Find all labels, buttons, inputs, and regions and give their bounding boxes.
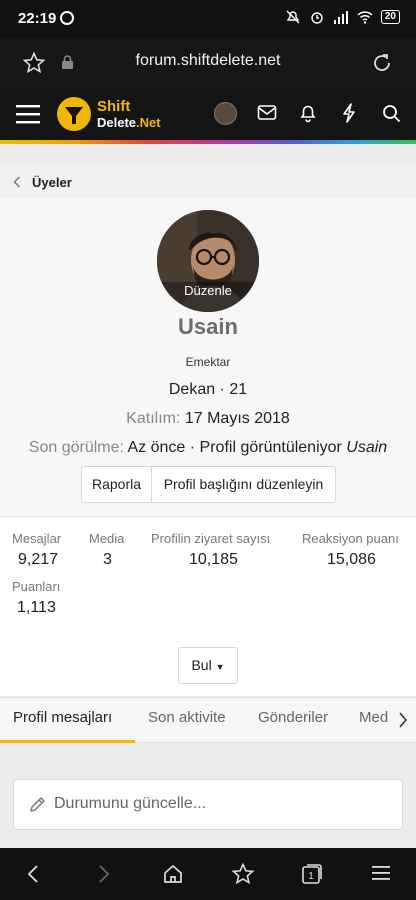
signal-icon [333, 11, 348, 24]
address-bar-url[interactable]: forum.shiftdelete.net [0, 52, 416, 70]
lightning-icon[interactable] [342, 103, 356, 123]
logo-text-top: Shift [97, 98, 131, 115]
edit-profile-header-button[interactable]: Profil başlığını düzenleyin [151, 466, 336, 503]
status-update-input[interactable]: Durumunu güncelle... [13, 779, 403, 830]
caret-down-icon: ▼ [215, 662, 225, 672]
logo-net-suffix: .Net [136, 115, 161, 130]
browser-toolbar: forum.shiftdelete.net [0, 38, 416, 88]
user-avatar-small[interactable] [214, 102, 237, 125]
alarm-icon [311, 12, 323, 24]
stat-value-messages[interactable]: 9,217 [18, 551, 58, 569]
last-seen-label: Son görülme: [28, 439, 124, 456]
tab-media-clip: Medya [358, 698, 388, 742]
bell-icon[interactable] [299, 103, 317, 123]
bookmarks-star-icon[interactable] [231, 862, 255, 886]
tab-profile-posts[interactable]: Profil mesajları [13, 709, 112, 726]
stat-label-messages: Mesajlar [12, 531, 62, 546]
browser-bottom-nav: 1 [0, 848, 416, 900]
tabs-scroll-right[interactable] [388, 698, 416, 742]
last-seen-user[interactable]: Usain [346, 439, 387, 456]
status-icons: 20 [285, 9, 400, 25]
logo-delete-word: Delete [97, 115, 137, 130]
tab-media[interactable]: Medya [359, 709, 388, 726]
report-button[interactable]: Raporla [81, 466, 152, 503]
search-icon[interactable] [382, 104, 401, 123]
back-icon[interactable] [26, 864, 40, 884]
last-seen-value: Az önce · Profil görüntüleniyor [127, 439, 342, 456]
stat-value-profile-views: 10,185 [189, 551, 238, 568]
joined-line: Katılım: 17 Mayıs 2018 [0, 410, 416, 428]
breadcrumb-label: Üyeler [32, 175, 72, 190]
joined-label: Katılım: [126, 410, 181, 427]
inbox-icon[interactable] [257, 104, 277, 122]
mute-icon [286, 10, 300, 24]
tabs-count-icon[interactable]: 1 [301, 863, 323, 885]
last-seen-line: Son görülme: Az önce · Profil görüntülen… [0, 439, 416, 457]
status-placeholder: Durumunu güncelle... [54, 795, 207, 812]
wifi-icon [357, 11, 373, 24]
clock: 22:19 [18, 10, 57, 27]
avatar-edit-overlay[interactable]: Düzenle [157, 283, 259, 298]
svg-text:1: 1 [308, 871, 314, 882]
pencil-icon [30, 797, 45, 812]
active-tab-indicator [0, 740, 135, 743]
tab-latest-activity[interactable]: Son aktivite [148, 709, 226, 726]
tab-postings[interactable]: Gönderiler [258, 709, 328, 726]
stat-label-points: Puanları [12, 579, 61, 594]
user-role-age: Dekan · 21 [168, 381, 248, 398]
chevron-right-icon [399, 712, 408, 728]
user-title: Emektar [185, 355, 231, 369]
stat-label-profile-views: Profilin ziyaret sayısı [151, 531, 271, 546]
home-icon[interactable] [162, 863, 184, 885]
chevron-left-icon [13, 176, 21, 188]
find-dropdown-button[interactable]: Bul ▼ [178, 647, 238, 684]
breadcrumb[interactable]: Üyeler [0, 164, 416, 198]
site-logo-icon[interactable] [57, 97, 91, 131]
hamburger-menu-icon[interactable] [16, 104, 40, 124]
forward-icon[interactable] [97, 864, 111, 884]
stat-value-media[interactable]: 3 [103, 551, 112, 569]
stat-value-reaction-score[interactable]: 15,086 [327, 551, 376, 569]
whatsapp-notification-icon [60, 11, 74, 25]
battery-icon: 20 [380, 10, 400, 24]
reload-icon[interactable] [370, 51, 394, 75]
stat-label-reaction-score: Reaksiyon puanı [302, 531, 399, 546]
find-label: Bul [191, 657, 212, 673]
profile-username: Usain [178, 314, 238, 339]
stat-label-media: Media [89, 531, 125, 546]
logo-text-bottom: Delete.Net [97, 115, 161, 130]
menu-icon[interactable] [372, 865, 390, 881]
profile-avatar[interactable]: Düzenle [157, 210, 259, 312]
system-status-bar: 22:19 20 [0, 0, 416, 38]
stat-value-points[interactable]: 1,113 [17, 599, 56, 617]
joined-value: 17 Mayıs 2018 [184, 410, 290, 427]
